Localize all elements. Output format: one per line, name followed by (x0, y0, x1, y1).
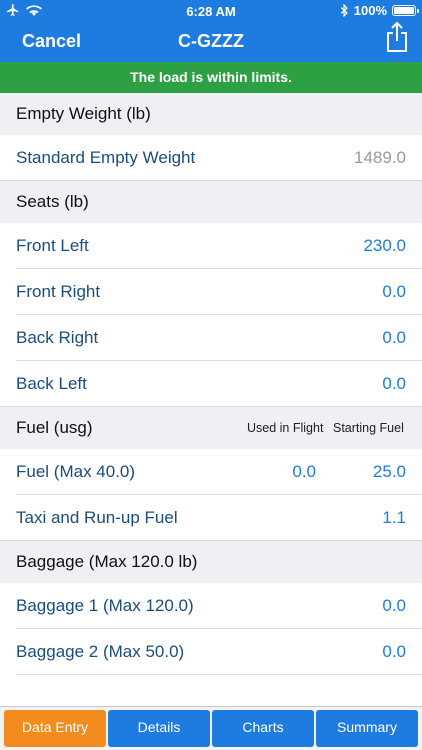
row-value[interactable]: 0.0 (382, 269, 406, 315)
column-header-used: Used in Flight (247, 421, 324, 435)
list-item[interactable]: Front Right 0.0 (0, 269, 422, 315)
row-label: Baggage 1 (Max 120.0) (16, 596, 194, 615)
status-bar: 6:28 AM 100% (0, 0, 422, 22)
section-header-seats: Seats (lb) (0, 181, 422, 223)
battery-percent: 100% (353, 3, 387, 18)
row-label: Fuel (Max 40.0) (16, 462, 136, 481)
status-banner: The load is within limits. (0, 62, 422, 93)
row-label: Standard Empty Weight (16, 148, 196, 167)
row-value[interactable]: 230.0 (363, 223, 406, 269)
row-label: Baggage 2 (Max 50.0) (16, 642, 185, 661)
nav-bar: Cancel C-GZZZ (0, 22, 422, 62)
row-value[interactable]: 0.0 (382, 315, 406, 361)
tab-summary[interactable]: Summary (316, 710, 418, 747)
battery-icon (392, 5, 419, 16)
row-value: 1489.0 (354, 148, 406, 167)
list-item[interactable]: Front Left 230.0 (0, 223, 422, 269)
tab-charts[interactable]: Charts (212, 710, 314, 747)
share-icon[interactable] (386, 22, 408, 52)
row-value[interactable]: 0.0 (382, 583, 406, 629)
row-label: Taxi and Run-up Fuel (16, 508, 178, 527)
tab-bar: Data Entry Details Charts Summary (0, 706, 422, 750)
row-label: Front Left (16, 236, 89, 255)
row-used-value[interactable]: 0.0 (292, 449, 316, 495)
list-item[interactable]: Baggage 1 (Max 120.0) 0.0 (0, 583, 422, 629)
top-bar: 6:28 AM 100% Cancel C-GZZZ (0, 0, 422, 62)
row-value[interactable]: 25.0 (373, 449, 406, 495)
list-item[interactable]: Taxi and Run-up Fuel 1.1 (0, 495, 422, 541)
row-label: Back Left (16, 374, 87, 393)
row-label: Front Right (16, 282, 101, 301)
section-header-baggage: Baggage (Max 120.0 lb) (0, 541, 422, 583)
list-item[interactable]: Standard Empty Weight 1489.0 (0, 135, 422, 181)
cancel-button[interactable]: Cancel (22, 31, 81, 52)
list-item[interactable]: Back Left 0.0 (0, 361, 422, 407)
section-header-empty-weight: Empty Weight (lb) (0, 93, 422, 135)
tab-data-entry[interactable]: Data Entry (4, 710, 106, 747)
row-value[interactable]: 1.1 (382, 495, 406, 541)
column-header-starting: Starting Fuel (333, 421, 404, 435)
status-right: 100% (340, 3, 419, 18)
row-label: Back Right (16, 328, 99, 347)
section-header-fuel: Fuel (usg) Used in Flight Starting Fuel (0, 407, 422, 449)
list-item[interactable]: Baggage 2 (Max 50.0) 0.0 (0, 629, 422, 675)
row-value[interactable]: 0.0 (382, 361, 406, 407)
list-item[interactable]: Fuel (Max 40.0) 0.0 25.0 (0, 449, 422, 495)
tab-details[interactable]: Details (108, 710, 210, 747)
section-title: Fuel (usg) (16, 418, 93, 437)
list-item[interactable]: Back Right 0.0 (0, 315, 422, 361)
bluetooth-icon (340, 4, 348, 17)
row-value[interactable]: 0.0 (382, 629, 406, 675)
